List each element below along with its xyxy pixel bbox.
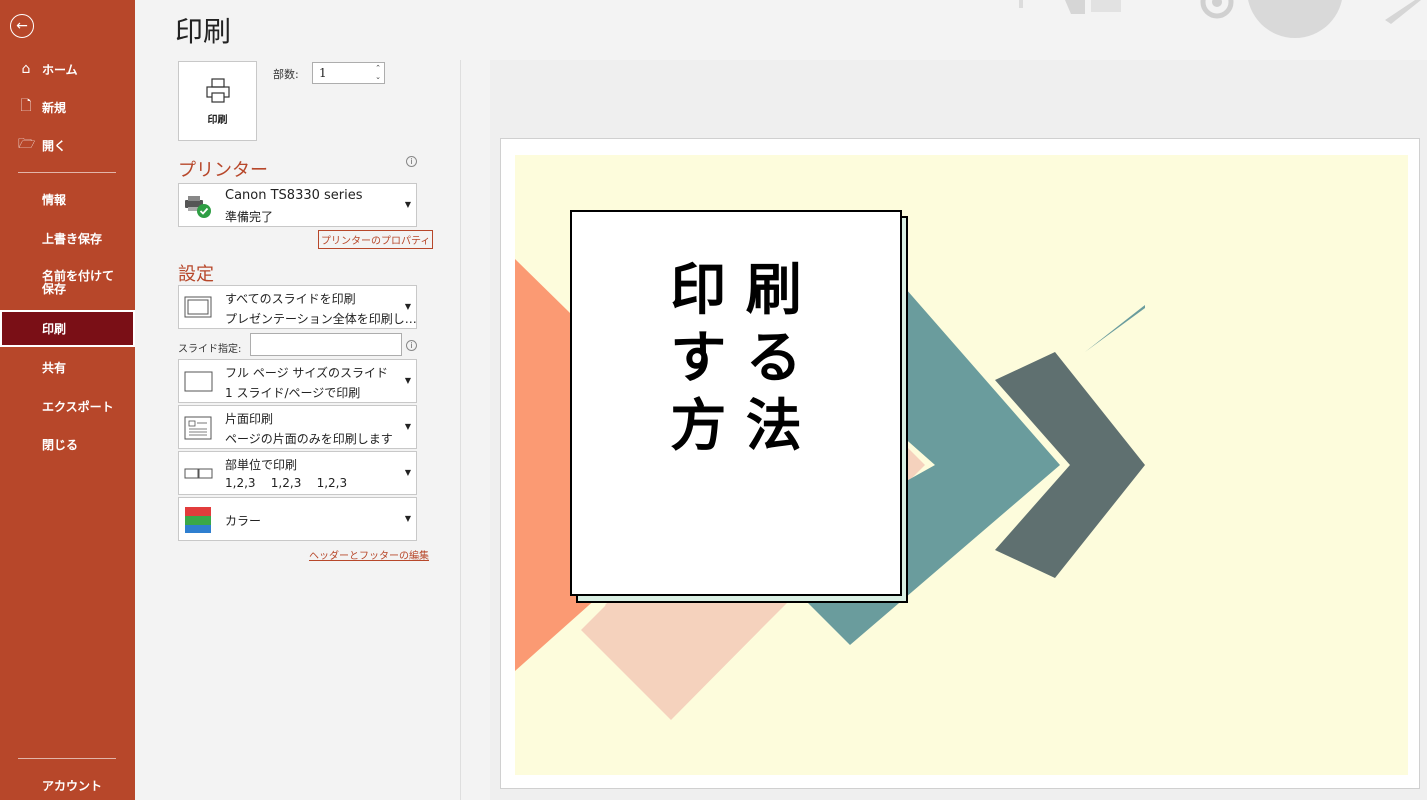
- sidebar-item-label: 新規: [42, 100, 67, 115]
- info-icon[interactable]: i: [406, 156, 417, 167]
- sidebar-item-open[interactable]: 🗁 開く: [0, 128, 135, 162]
- sidebar-item-label: アカウント: [42, 778, 103, 793]
- all-slides-icon: [184, 296, 212, 318]
- sidebar-item-share[interactable]: 共有: [0, 350, 135, 384]
- color-select[interactable]: カラー ▼: [178, 497, 417, 541]
- sidebar-item-label: ホーム: [42, 62, 78, 77]
- settings-heading: 設定: [178, 264, 214, 285]
- slide-title-line: 方 法: [670, 394, 802, 459]
- setting-line1: フル ページ サイズのスライド: [225, 366, 389, 380]
- setting-line1: 部単位で印刷: [225, 458, 298, 472]
- sidebar-divider: [18, 172, 116, 173]
- sidebar-item-info[interactable]: 情報: [0, 182, 135, 216]
- slide-title-line: 印 刷: [670, 258, 802, 323]
- slide-preview: 印 刷 す る 方 法: [515, 155, 1408, 775]
- sidebar-item-account[interactable]: アカウント: [0, 768, 135, 800]
- one-sided-icon: [184, 416, 212, 440]
- sides-select[interactable]: 片面印刷 ページの片面のみを印刷します ▼: [178, 405, 417, 449]
- copies-label: 部数:: [273, 68, 299, 81]
- print-preview-page: 印 刷 す る 方 法: [500, 138, 1420, 789]
- sidebar-item-save[interactable]: 上書き保存: [0, 221, 135, 255]
- printer-ready-icon: [185, 196, 211, 218]
- sidebar-item-close[interactable]: 閉じる: [0, 427, 135, 461]
- printer-select[interactable]: Canon TS8330 series 準備完了 ▼: [178, 183, 417, 227]
- slide-title: 印 刷 す る 方 法: [571, 257, 901, 461]
- sidebar-item-label: エクスポート: [42, 399, 114, 414]
- collate-select[interactable]: 部単位で印刷 1,2,3 1,2,3 1,2,3 ▼: [178, 451, 417, 495]
- print-button-label: 印刷: [207, 114, 228, 126]
- panel-divider: [460, 60, 461, 800]
- full-page-slide-icon: [184, 371, 213, 392]
- sidebar-item-label: 共有: [42, 360, 67, 375]
- chevron-down-icon: ▼: [404, 422, 411, 431]
- printer-icon: [205, 77, 230, 103]
- title-decoration: [1019, 0, 1421, 38]
- sidebar-item-label: 名前を付けて保存: [42, 269, 115, 296]
- sidebar-item-new[interactable]: 🗋 新規: [0, 90, 135, 124]
- sidebar-item-home[interactable]: ⌂ ホーム: [0, 52, 135, 86]
- setting-line1: カラー: [225, 514, 262, 528]
- sidebar-item-label: 印刷: [42, 322, 67, 336]
- chevron-down-icon: ▼: [404, 200, 411, 209]
- color-mode-icon: [185, 507, 211, 533]
- printer-heading: プリンター: [178, 160, 268, 181]
- setting-line2: プレゼンテーション全体を印刷し…: [225, 312, 417, 326]
- header-footer-link[interactable]: ヘッダーとフッターの編集: [309, 547, 429, 562]
- backstage-sidebar: ← ⌂ ホーム 🗋 新規 🗁 開く 情報 上書き保存 名前を付けて保存 印刷 共…: [0, 0, 135, 800]
- sidebar-item-label: 開く: [42, 138, 67, 153]
- collated-icon: [184, 468, 213, 479]
- chevron-down-icon: ▼: [404, 376, 411, 385]
- setting-line1: すべてのスライドを印刷: [225, 292, 356, 306]
- print-range-select[interactable]: すべてのスライドを印刷 プレゼンテーション全体を印刷し… ▼: [178, 285, 417, 329]
- layout-select[interactable]: フル ページ サイズのスライド 1 スライド/ページで印刷 ▼: [178, 359, 417, 403]
- sidebar-divider: [18, 758, 116, 759]
- home-icon: ⌂: [21, 61, 31, 77]
- sidebar-item-label: 上書き保存: [42, 231, 103, 246]
- chevron-down-icon: ▼: [404, 514, 411, 523]
- new-file-icon: 🗋: [20, 98, 32, 114]
- back-arrow-icon[interactable]: ←: [10, 14, 34, 38]
- open-folder-icon: 🗁: [18, 136, 36, 152]
- sidebar-item-print[interactable]: 印刷: [0, 310, 135, 347]
- sidebar-item-save-as[interactable]: 名前を付けて保存: [0, 270, 135, 310]
- slide-spec-input[interactable]: [250, 333, 402, 356]
- setting-line1: 片面印刷: [225, 412, 274, 426]
- copies-spinner-icon[interactable]: ⌃ ⌄: [375, 64, 381, 82]
- page-title: 印刷: [175, 15, 232, 48]
- printer-properties-link[interactable]: プリンターのプロパティ: [318, 230, 434, 249]
- print-button[interactable]: 印刷: [178, 61, 257, 141]
- sidebar-item-label: 閉じる: [42, 437, 79, 452]
- info-icon[interactable]: i: [406, 340, 417, 351]
- slide-spec-label: スライド指定:: [178, 344, 242, 355]
- slide-graphics: [515, 210, 1145, 720]
- copies-value: 1: [319, 66, 327, 80]
- sidebar-item-export[interactable]: エクスポート: [0, 389, 135, 423]
- printer-name: Canon TS8330 series: [225, 188, 363, 203]
- slide-title-line: す る: [670, 326, 802, 391]
- printer-status: 準備完了: [225, 210, 274, 224]
- chevron-down-icon: ▼: [404, 468, 411, 477]
- copies-input[interactable]: 1 ⌃ ⌄: [312, 62, 385, 84]
- setting-line2: 1,2,3 1,2,3 1,2,3: [225, 476, 348, 490]
- setting-line2: ページの片面のみを印刷します: [225, 432, 393, 446]
- sidebar-item-label: 情報: [42, 192, 67, 207]
- setting-line2: 1 スライド/ページで印刷: [225, 386, 361, 400]
- chevron-down-icon: ▼: [404, 302, 411, 311]
